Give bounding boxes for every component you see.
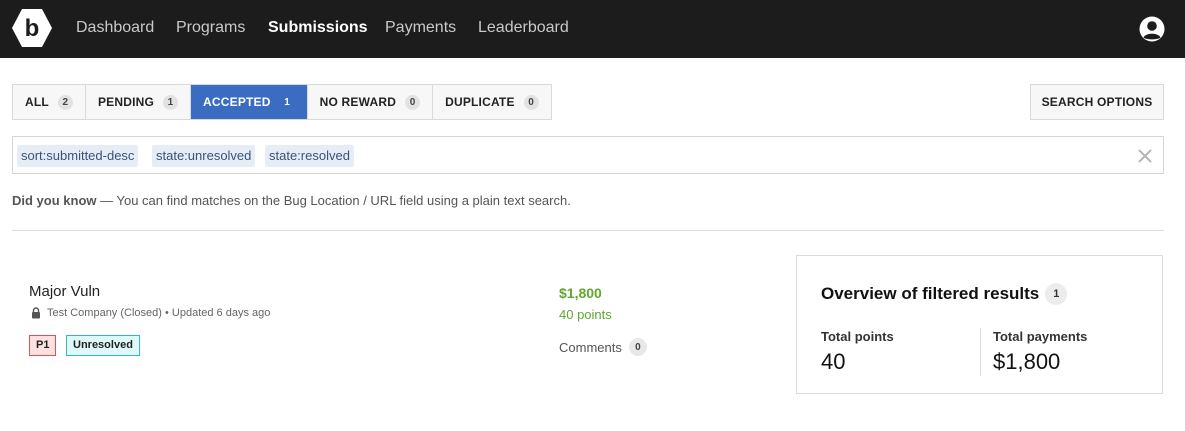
state-filter-tabs: ALL 2 PENDING 1 ACCEPTED 1 NO REWARD 0 D… — [12, 84, 552, 120]
submission-title-link[interactable]: Major Vuln — [29, 283, 100, 300]
submission-meta: Test Company (Closed) • Updated 6 days a… — [31, 307, 270, 319]
search-query-input[interactable]: sort:submitted-desc state:unresolved sta… — [12, 136, 1164, 174]
total-points-stat: Total points 40 — [821, 329, 894, 375]
total-payments-value: $1,800 — [993, 349, 1061, 374]
tip-text: — You can find matches on the Bug Locati… — [100, 193, 571, 208]
reward-amount: $1,800 — [559, 285, 602, 301]
nav-item-dashboard[interactable]: Dashboard — [76, 18, 154, 38]
tab-label: DUPLICATE — [445, 95, 515, 109]
svg-text:b: b — [25, 15, 40, 42]
query-chip[interactable]: state:resolved — [265, 145, 354, 167]
brand-logo-icon[interactable]: b — [12, 8, 52, 48]
nav-item-leaderboard[interactable]: Leaderboard — [478, 18, 569, 38]
nav-item-payments[interactable]: Payments — [385, 18, 456, 38]
total-payments-stat: Total payments $1,800 — [993, 329, 1087, 375]
tab-label: PENDING — [97, 95, 155, 109]
user-circle-icon[interactable] — [1139, 16, 1165, 42]
total-points-label: Total points — [821, 329, 894, 344]
tab-pending[interactable]: PENDING 1 — [86, 85, 192, 119]
overview-title: Overview of filtered results 1 — [821, 283, 1068, 305]
nav-item-programs[interactable]: Programs — [176, 18, 245, 38]
tab-accepted[interactable]: ACCEPTED 1 — [191, 85, 308, 119]
status-badge: Unresolved — [66, 335, 140, 356]
divider — [12, 230, 1164, 231]
tab-duplicate[interactable]: DUPLICATE 0 — [433, 85, 551, 119]
tab-count-badge: 0 — [405, 94, 421, 110]
total-payments-label: Total payments — [993, 329, 1088, 344]
comments-label: Comments — [559, 339, 622, 355]
overview-title-text: Overview of filtered results — [821, 284, 1040, 303]
tab-count-badge: 1 — [279, 94, 295, 110]
tab-label: ACCEPTED — [203, 95, 271, 109]
divider — [980, 328, 981, 376]
points-value: 40 points — [559, 307, 612, 322]
top-navbar: b Dashboard Programs Submissions Payment… — [0, 0, 1185, 58]
overview-card: Overview of filtered results 1 Total poi… — [796, 255, 1163, 394]
tab-count-badge: 2 — [57, 94, 73, 110]
tab-all[interactable]: ALL 2 — [13, 85, 86, 119]
tab-count-badge: 1 — [163, 94, 179, 110]
overview-count-badge: 1 — [1045, 283, 1068, 305]
comments-link[interactable]: Comments 0 — [559, 338, 647, 356]
lock-icon — [32, 307, 40, 319]
query-chip[interactable]: sort:submitted-desc — [17, 145, 139, 167]
comments-count-badge: 0 — [628, 338, 647, 356]
tab-label: ALL — [25, 95, 49, 109]
close-icon[interactable] — [1137, 148, 1153, 164]
nav-item-submissions[interactable]: Submissions — [268, 18, 368, 38]
total-points-value: 40 — [821, 349, 846, 374]
tab-no-reward[interactable]: NO REWARD 0 — [308, 85, 434, 119]
tip-heading: Did you know — [12, 193, 97, 208]
submission-meta-text: Test Company (Closed) • Updated 6 days a… — [47, 307, 271, 319]
priority-badge: P1 — [29, 335, 57, 356]
search-options-button[interactable]: SEARCH OPTIONS — [1030, 84, 1164, 120]
tab-count-badge: 0 — [523, 94, 539, 110]
did-you-know-tip: Did you know — You can find matches on t… — [12, 193, 571, 209]
query-chip[interactable]: state:unresolved — [152, 145, 256, 167]
tab-label: NO REWARD — [319, 95, 397, 109]
